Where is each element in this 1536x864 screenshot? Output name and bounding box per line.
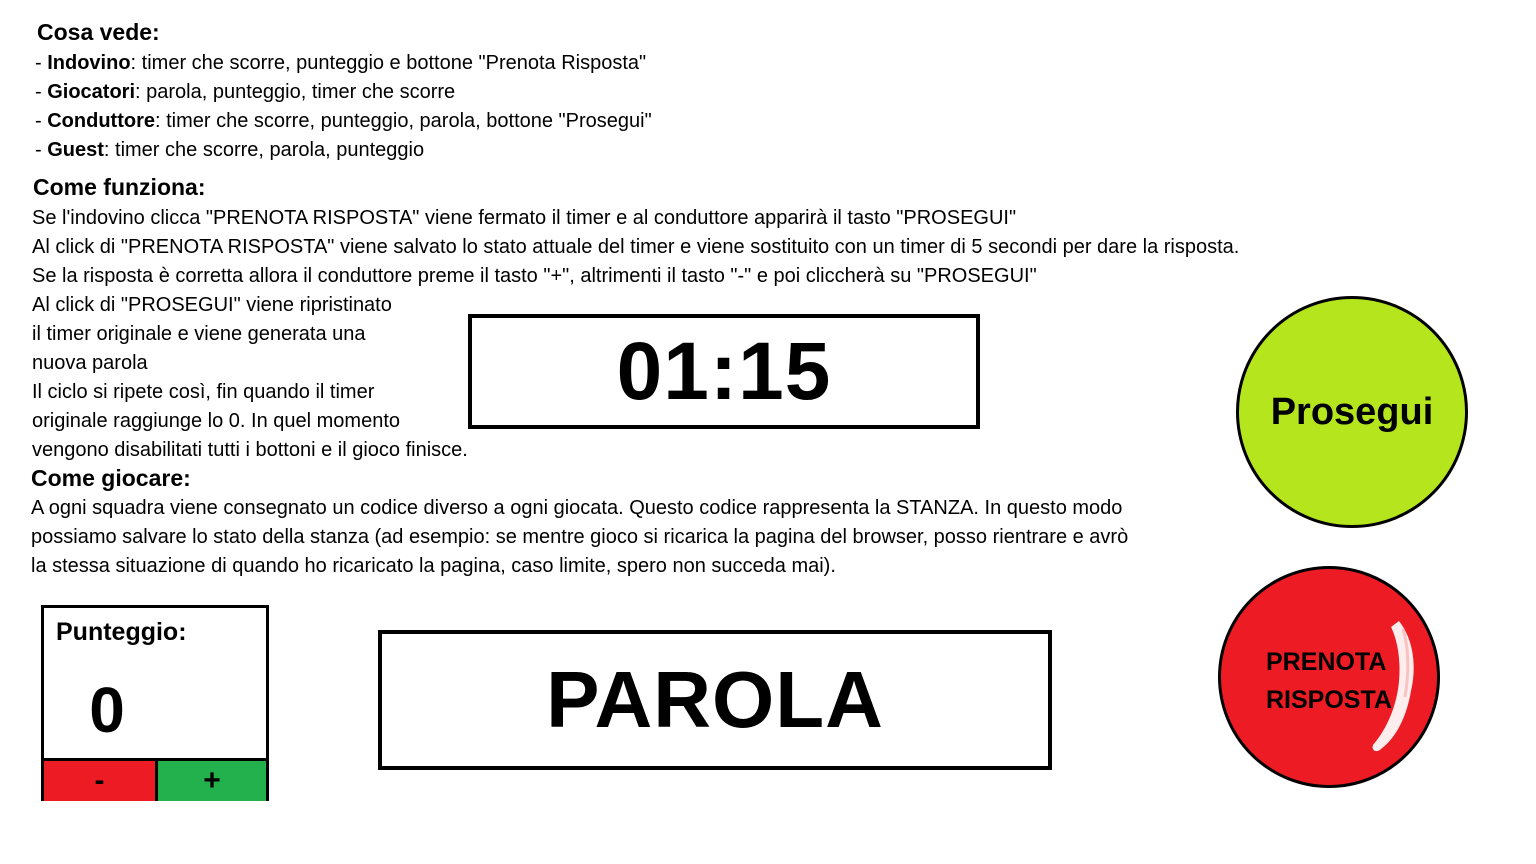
bullet-prefix: - bbox=[35, 52, 48, 74]
list-item-indovino: - Indovino: timer che scorre, punteggio … bbox=[35, 49, 652, 78]
list-item-conduttore: - Conduttore: timer che scorre, punteggi… bbox=[35, 107, 652, 136]
come-giocare-heading: Come giocare: bbox=[31, 465, 191, 491]
plus-button[interactable]: + bbox=[158, 761, 266, 801]
role-description: : timer che scorre, parola, punteggio bbox=[103, 139, 425, 161]
role-name: Giocatori bbox=[47, 81, 136, 103]
list-item-guest: - Guest: timer che scorre, parola, punte… bbox=[35, 136, 652, 165]
score-value: 0 bbox=[89, 674, 125, 746]
score-label: Punteggio: bbox=[56, 618, 187, 646]
cosa-vede-list: - Indovino: timer che scorre, punteggio … bbox=[35, 49, 652, 165]
prenota-risposta-label: PRENOTA RISPOSTA bbox=[1266, 643, 1392, 719]
come-funziona-heading: Come funziona: bbox=[33, 174, 206, 200]
bullet-prefix: - bbox=[35, 110, 48, 132]
paragraph-line: la stessa situazione di quando ho ricari… bbox=[31, 555, 836, 577]
paragraph-line: Se l'indovino clicca "PRENOTA RISPOSTA" … bbox=[32, 207, 1017, 229]
paragraph-line: A ogni squadra viene consegnato un codic… bbox=[31, 497, 1123, 519]
bullet-prefix: - bbox=[35, 139, 48, 161]
come-giocare-text: A ogni squadra viene consegnato un codic… bbox=[31, 494, 1128, 581]
score-controls: - + bbox=[44, 758, 266, 801]
minus-button[interactable]: - bbox=[44, 761, 158, 801]
bullet-prefix: - bbox=[35, 81, 48, 103]
prosegui-label: Prosegui bbox=[1270, 390, 1434, 433]
word-display: PAROLA bbox=[378, 630, 1052, 770]
list-item-giocatori: - Giocatori: parola, punteggio, timer ch… bbox=[35, 78, 652, 107]
prenota-label-line1: PRENOTA bbox=[1266, 648, 1387, 676]
timer-value: 01:15 bbox=[616, 325, 832, 417]
role-name: Conduttore bbox=[47, 110, 155, 132]
paragraph-line: vengono disabilitati tutti i bottoni e i… bbox=[32, 439, 468, 461]
role-name: Indovino bbox=[47, 52, 131, 74]
paragraph-line: Se la risposta è corretta allora il cond… bbox=[32, 265, 1037, 287]
paragraph-line: Al click di "PRENOTA RISPOSTA" viene sal… bbox=[32, 236, 1240, 258]
role-description: : timer che scorre, punteggio, parola, b… bbox=[154, 110, 652, 132]
role-description: : parola, punteggio, timer che scorre bbox=[135, 81, 456, 103]
timer-display: 01:15 bbox=[468, 314, 980, 429]
prenota-risposta-button[interactable]: PRENOTA RISPOSTA bbox=[1218, 566, 1440, 788]
prenota-label-line2: RISPOSTA bbox=[1266, 686, 1392, 714]
word-value: PAROLA bbox=[546, 655, 884, 744]
cosa-vede-heading: Cosa vede: bbox=[37, 19, 160, 45]
role-name: Guest bbox=[47, 139, 104, 161]
prosegui-button[interactable]: Prosegui bbox=[1236, 296, 1468, 528]
role-description: : timer che scorre, punteggio e bottone … bbox=[130, 52, 647, 74]
paragraph-line: possiamo salvare lo stato della stanza (… bbox=[31, 526, 1129, 548]
